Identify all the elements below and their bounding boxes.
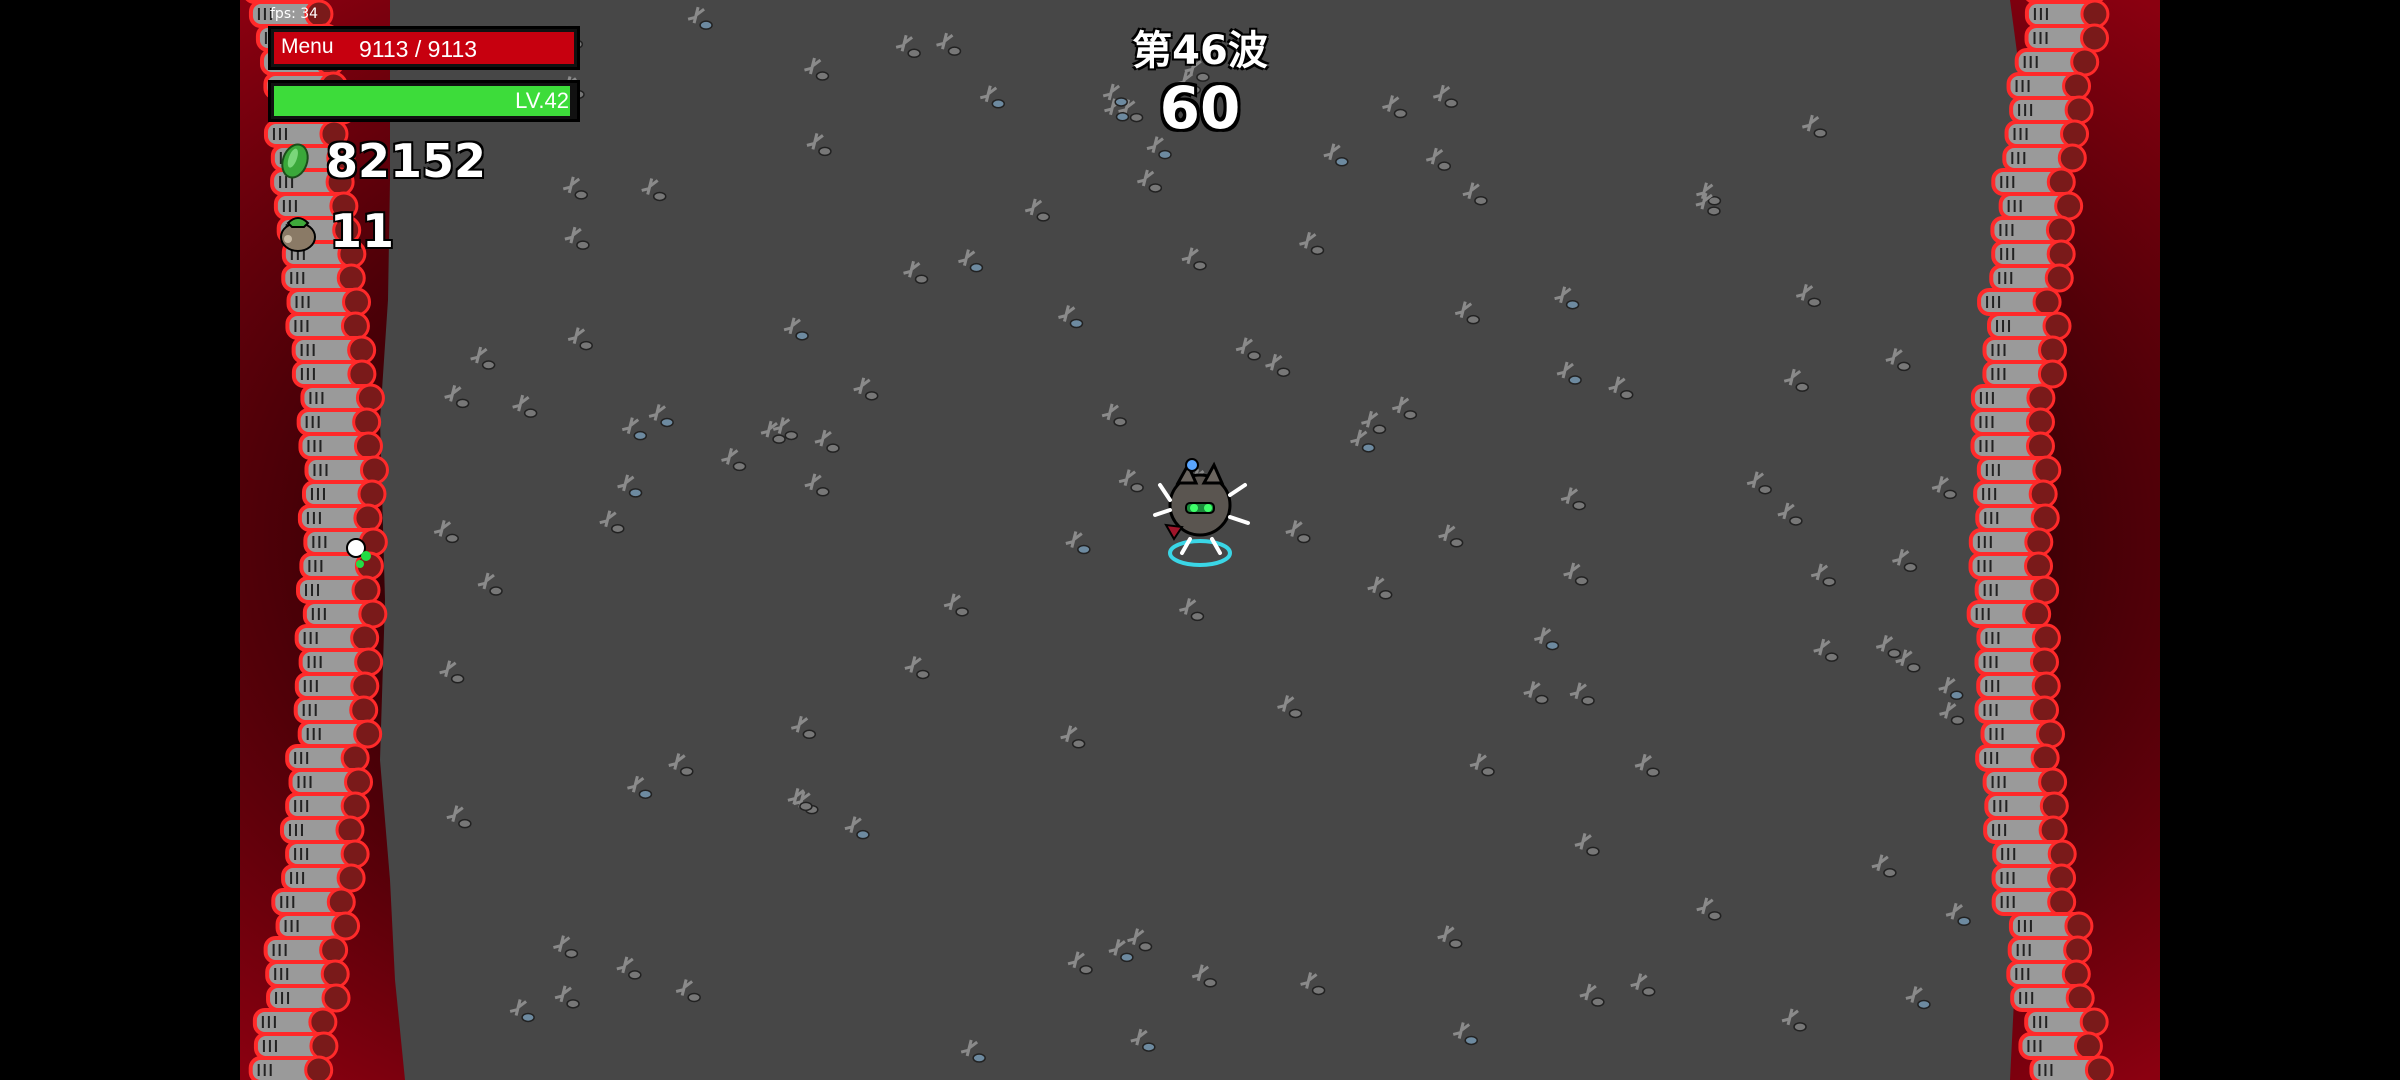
wrench-enemy-icon xyxy=(1991,887,2077,917)
wrench-enemy-icon xyxy=(304,455,389,485)
green-material-icon xyxy=(281,143,309,179)
wrench-enemy-icon xyxy=(1970,407,2055,437)
wrench-enemy-icon xyxy=(2029,1055,2114,1080)
wrench-enemy-icon xyxy=(298,647,384,677)
wrench-enemy-icon xyxy=(296,407,382,437)
wrench-enemy-icon xyxy=(288,767,374,797)
wrench-enemy-icon xyxy=(271,887,356,917)
wrench-enemy-icon xyxy=(263,935,349,965)
wrench-enemy-icon xyxy=(1982,359,2067,389)
wrench-enemy-icon xyxy=(1980,719,2065,749)
wrench-enemy-icon xyxy=(2024,1007,2109,1037)
wrench-enemy-icon xyxy=(285,743,370,773)
bag-value: 11 xyxy=(330,204,395,258)
wrench-enemy-icon xyxy=(297,503,383,533)
wrench-enemy-icon xyxy=(294,671,380,701)
wrench-enemy-icon xyxy=(281,263,366,293)
wrench-enemy-icon xyxy=(2008,911,2094,941)
wrench-enemy-icon xyxy=(1974,575,2060,605)
materials-value: 82152 xyxy=(326,134,487,188)
wrench-enemy-icon xyxy=(1983,815,2068,845)
wrench-enemy-icon xyxy=(291,335,377,365)
wrench-enemy-icon xyxy=(1991,239,2076,269)
materials-counter: 82152 xyxy=(276,134,486,188)
wrench-enemy-icon xyxy=(1982,335,2068,365)
wrench-enemy-icon xyxy=(293,695,379,725)
wrench-enemy-icon xyxy=(1990,215,2075,245)
wrench-enemy-icon xyxy=(1976,671,2061,701)
wrench-enemy-icon xyxy=(301,479,387,509)
wrench-enemy-icon xyxy=(1987,311,2072,341)
game-viewport[interactable] xyxy=(240,0,2160,1080)
wrench-enemy-icon xyxy=(1970,383,2056,413)
wave-title: 第46波 xyxy=(1132,28,1268,74)
wrench-enemy-icon xyxy=(1975,503,2060,533)
wrench-enemy-icon xyxy=(279,815,365,845)
wrench-enemy-icon xyxy=(275,911,361,941)
wrench-enemy-icon xyxy=(266,983,351,1013)
wrench-enemy-icon xyxy=(248,1055,334,1080)
wrench-enemy-icon xyxy=(252,1007,338,1037)
wrench-enemy-icon xyxy=(1975,743,2060,773)
bag-counter: 11 xyxy=(276,204,394,258)
wrench-enemy-icon xyxy=(286,287,372,317)
wrench-enemy-icon xyxy=(2002,143,2087,173)
wrench-enemy-icon xyxy=(265,959,350,989)
wrench-enemy-icon xyxy=(1998,191,2084,221)
wrench-enemy-icon xyxy=(303,527,388,557)
money-bag-icon xyxy=(280,217,316,252)
wrench-enemy-icon xyxy=(2006,959,2091,989)
wrench-enemy-icon xyxy=(1968,551,2054,581)
wrench-enemy-icon xyxy=(1984,791,2069,821)
wrench-enemy-icon xyxy=(297,719,383,749)
wrench-enemy-icon xyxy=(1991,863,2077,893)
wrench-enemy-icon xyxy=(1968,527,2054,557)
wrench-enemy-icon xyxy=(298,431,383,461)
wrench-enemy-icon xyxy=(1974,647,2059,677)
wrench-enemy-icon xyxy=(2010,983,2095,1013)
wrench-enemy-icon xyxy=(1974,695,2060,725)
wrench-enemy-icon xyxy=(1966,599,2052,629)
wrench-enemy-icon xyxy=(1973,479,2058,509)
wrench-enemy-icon xyxy=(1992,839,2077,869)
wrench-enemy-icon xyxy=(2018,1031,2103,1061)
wrench-enemy-icon xyxy=(1970,431,2055,461)
wrench-enemy-icon xyxy=(300,383,385,413)
wrench-enemy-icon xyxy=(285,791,370,821)
wrench-enemy-icon xyxy=(1982,767,2068,797)
wrench-enemy-icon xyxy=(1976,455,2062,485)
wrench-enemy-icon xyxy=(253,1031,339,1061)
wrench-enemy-icon xyxy=(294,623,380,653)
wrench-enemy-icon xyxy=(1976,623,2061,653)
wrench-enemy-icon xyxy=(1977,287,2062,317)
arena xyxy=(240,0,2160,1080)
wrench-enemy-icon xyxy=(1991,167,2076,197)
wrench-enemy-icon xyxy=(285,311,370,341)
wrench-enemy-icon xyxy=(2007,935,2093,965)
wrench-enemy-icon xyxy=(291,359,377,389)
wave-timer: 60 xyxy=(1159,74,1241,142)
wrench-enemy-icon xyxy=(281,863,366,893)
wrench-enemy-icon xyxy=(1989,263,2074,293)
wrench-enemy-icon xyxy=(285,839,370,869)
wrench-enemy-icon xyxy=(302,599,388,629)
wrench-enemy-icon xyxy=(296,575,381,605)
